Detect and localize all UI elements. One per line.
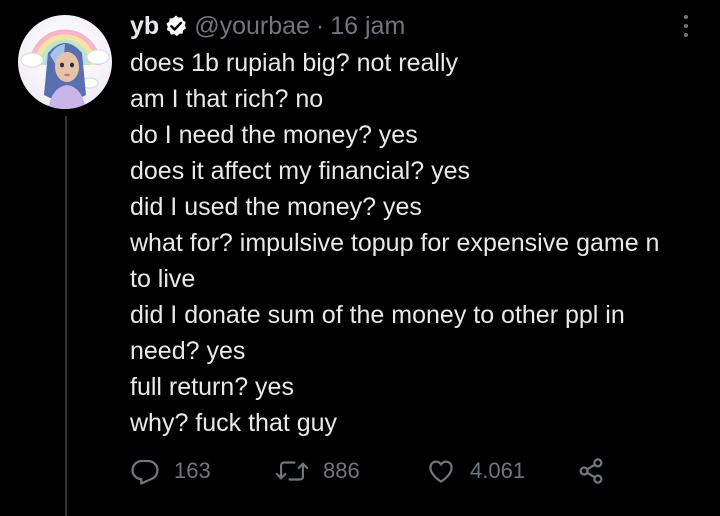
retweet-button[interactable]: 886 xyxy=(275,453,360,489)
tweet-line: did I donate sum of the money to other p… xyxy=(130,301,625,329)
reply-count: 163 xyxy=(174,458,211,483)
tweet-line: full return? yes xyxy=(130,373,294,401)
reply-button[interactable]: 163 xyxy=(130,453,211,489)
like-count: 4.061 xyxy=(470,458,526,483)
author-avatar[interactable] xyxy=(18,15,112,109)
tweet-header: yb @yourbae · 16 jam xyxy=(130,8,405,44)
share-button[interactable] xyxy=(576,453,606,489)
heart-icon xyxy=(426,456,456,486)
tweet-line: do I need the money? yes xyxy=(130,121,418,149)
retweet-icon xyxy=(275,456,309,486)
header-separator: · xyxy=(315,11,325,40)
verified-badge-icon xyxy=(164,14,188,38)
retweet-count: 886 xyxy=(323,458,360,483)
author-handle[interactable]: @yourbae xyxy=(194,12,310,41)
tweet-actions: 163 886 4.061 xyxy=(130,453,610,489)
more-dot xyxy=(684,15,688,19)
tweet-line: to live xyxy=(130,265,196,293)
more-dot xyxy=(684,33,688,37)
thread-line xyxy=(65,116,67,516)
tweet-line: does it affect my financial? yes xyxy=(130,157,470,185)
tweet-line: am I that rich? no xyxy=(130,85,324,113)
like-button[interactable]: 4.061 xyxy=(426,453,525,489)
more-options-icon[interactable] xyxy=(676,12,696,40)
tweet-line: does 1b rupiah big? not really xyxy=(130,49,459,77)
tweet-timestamp[interactable]: 16 jam xyxy=(330,12,405,41)
more-dot xyxy=(684,24,688,28)
tweet-line: what for? impulsive topup for expensive … xyxy=(130,229,660,257)
tweet-line: need? yes xyxy=(130,337,246,365)
tweet-line: why? fuck that guy xyxy=(130,409,338,437)
reply-icon xyxy=(130,456,160,486)
avatar-illustration xyxy=(20,29,110,109)
author-display-name[interactable]: yb xyxy=(130,12,159,41)
tweet-text: does 1b rupiah big? not really am I that… xyxy=(130,45,710,441)
tweet-line: did I used the money? yes xyxy=(130,193,422,221)
share-icon xyxy=(576,456,606,486)
